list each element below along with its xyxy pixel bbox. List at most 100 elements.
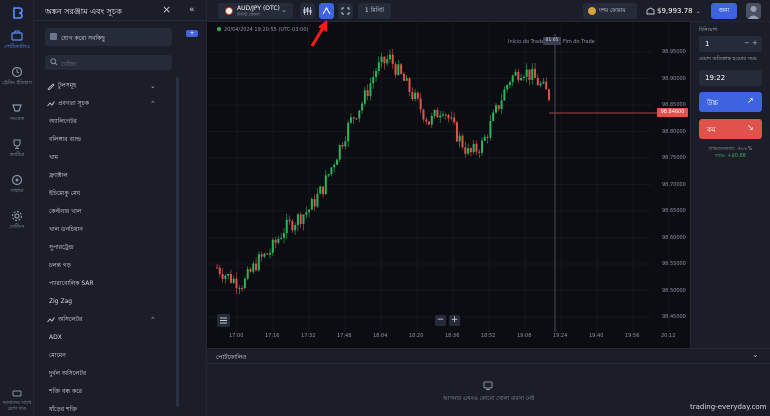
indicators-button[interactable] bbox=[319, 3, 334, 19]
candle-body bbox=[408, 78, 411, 93]
indicator-group[interactable]: অসিলেটর ⌃ bbox=[34, 311, 207, 329]
indicator-item[interactable]: Zig Zag bbox=[34, 293, 207, 311]
y-tick-label: 98.65000 bbox=[662, 208, 686, 214]
collapse-panel-icon[interactable]: « bbox=[189, 5, 199, 15]
indicator-item[interactable]: দুর্বল অসিলেটর bbox=[34, 365, 207, 383]
candlestick-chart[interactable] bbox=[207, 22, 690, 348]
payout-info: লাভজনকতা: +৮৮% লাভ: +$0.88 bbox=[699, 146, 762, 160]
y-tick-label: 98.90000 bbox=[662, 75, 686, 82]
timeframe-selector[interactable]: 1 মিনিট bbox=[358, 3, 391, 19]
candle-body bbox=[308, 209, 311, 213]
candle-body bbox=[319, 186, 322, 194]
up-button[interactable]: উচ্চ ↗ bbox=[699, 92, 762, 112]
indicator-item[interactable]: ইচিমোকু মেঘ bbox=[34, 185, 207, 203]
indicator-label: বলিঙ্গার ব্যান্ড bbox=[49, 136, 82, 143]
left-rail: পোর্টফোলিও ট্রেডিং ইতিহাস সংকেত ক্যাটিয়… bbox=[0, 0, 34, 416]
candle-body bbox=[324, 175, 327, 195]
indicator-label: ইচিমোকু মেঘ bbox=[49, 190, 81, 197]
indicator-label: খাল ডনচিয়ান bbox=[49, 226, 83, 233]
indicator-label: প্যারাবোলিক SAR bbox=[49, 280, 94, 287]
candle-body bbox=[285, 219, 288, 234]
indicator-item[interactable]: সুপারট্রেন্ড bbox=[34, 239, 207, 257]
candle-body bbox=[249, 269, 252, 272]
amount-minus-button[interactable]: − bbox=[744, 39, 750, 47]
down-button[interactable]: কম ↘ bbox=[699, 119, 762, 139]
indicator-item[interactable]: চলন্ত গড় bbox=[34, 257, 207, 275]
amount-field[interactable]: 1 − + bbox=[699, 36, 762, 52]
zoom-in-button[interactable]: + bbox=[449, 315, 460, 326]
candle-body bbox=[260, 254, 263, 257]
candle-body bbox=[436, 109, 439, 118]
chart-type-button[interactable] bbox=[300, 3, 315, 19]
rail-item-history[interactable]: ট্রেডিং ইতিহাস bbox=[0, 66, 34, 88]
indicator-group[interactable]: টুলসমূহ ⌄ bbox=[34, 77, 207, 95]
candle-body bbox=[402, 73, 405, 81]
search-input[interactable] bbox=[45, 55, 172, 70]
indicator-item[interactable]: বলিঙ্গার ব্যান্ড bbox=[34, 131, 207, 149]
chart-settings-button[interactable] bbox=[217, 314, 230, 327]
candle-body bbox=[534, 68, 537, 78]
candle-body bbox=[461, 135, 464, 148]
indicator-item[interactable]: ADX bbox=[34, 329, 207, 347]
zoom-out-button[interactable]: − bbox=[435, 315, 446, 326]
x-tick-label: 17:00 bbox=[229, 333, 244, 339]
rail-label: সাহায্য bbox=[10, 188, 24, 194]
candle-body bbox=[280, 237, 283, 239]
indicator-label: ADX bbox=[49, 334, 62, 341]
candle-body bbox=[235, 278, 238, 289]
indicator-label: মোমেন bbox=[49, 352, 66, 359]
join-us-link[interactable]: আমাদের সাথে যোগ দাও bbox=[0, 390, 34, 412]
y-tick-label: 98.55000 bbox=[662, 261, 686, 267]
demo-account-button[interactable]: দশম ফোরাম bbox=[583, 3, 637, 19]
logo-icon[interactable] bbox=[10, 6, 24, 20]
help-icon bbox=[11, 174, 23, 186]
close-icon[interactable]: × bbox=[162, 4, 172, 15]
indicator-item[interactable]: প্যারাবোলিক SAR bbox=[34, 275, 207, 293]
indicator-group[interactable]: প্রবণতা সূচক ⌃ bbox=[34, 95, 207, 113]
candle-body bbox=[375, 71, 378, 78]
indicator-item[interactable]: অ্যালিগেটর bbox=[34, 113, 207, 131]
deposit-button[interactable]: জমা bbox=[711, 3, 737, 19]
candle-body bbox=[539, 83, 542, 86]
indicator-item[interactable]: ষাঁড়ের শক্তি bbox=[34, 401, 207, 416]
candle-body bbox=[500, 100, 503, 109]
rail-item-settings[interactable]: সেটিংস bbox=[0, 210, 34, 232]
add-badge[interactable]: + bbox=[186, 30, 198, 37]
trade-timer: 01:05 bbox=[543, 37, 561, 45]
candle-body bbox=[232, 278, 235, 283]
candle-body bbox=[266, 253, 269, 255]
indicator-item[interactable]: ফ্র্যাক্টাল bbox=[34, 167, 207, 185]
price-chart[interactable]: 20/04/2024 19:20:55 (UTC-03:00) Início d… bbox=[207, 22, 690, 348]
avatar[interactable] bbox=[746, 3, 761, 19]
candle-body bbox=[246, 269, 249, 279]
indicator-item[interactable]: খাম bbox=[34, 149, 207, 167]
amount-plus-button[interactable]: + bbox=[752, 39, 758, 47]
indicator-item[interactable]: কেল্টনার খাল bbox=[34, 203, 207, 221]
indicator-item[interactable]: শক্তি বন্ধ করে bbox=[34, 383, 207, 401]
chat-icon bbox=[12, 390, 22, 397]
candle-body bbox=[414, 92, 417, 100]
balance-selector[interactable]: $9,993.78 ⌄ bbox=[644, 3, 706, 19]
chevron-icon: ⌃ bbox=[150, 100, 156, 108]
portfolio-section: পোর্টফোলিও ⌄ আপনার এখনও কোনো খোলা ব্যবসা… bbox=[207, 348, 770, 416]
x-tick-label: 18:04 bbox=[373, 333, 388, 339]
trend-icon bbox=[47, 101, 55, 107]
chevron-down-icon[interactable]: ⌄ bbox=[752, 350, 759, 359]
candle-body bbox=[333, 164, 336, 168]
asset-selector[interactable]: AUD/JPY (OTC) দিগিট বেফল ⌄ bbox=[218, 3, 293, 19]
indicator-item[interactable]: খাল ডনচিয়ান bbox=[34, 221, 207, 239]
expiry-time-field[interactable]: 19:22 bbox=[699, 70, 762, 86]
rail-item-tournaments[interactable]: ক্যাটিয়া bbox=[0, 138, 34, 160]
chart-timestamp-text: 20/04/2024 19:20:55 (UTC-03:00) bbox=[224, 27, 309, 33]
candle-body bbox=[383, 56, 386, 64]
rail-item-signals[interactable]: সংকেত bbox=[0, 102, 34, 124]
indicator-item[interactable]: মোমেন bbox=[34, 347, 207, 365]
indicator-label: টুলসমূহ bbox=[58, 82, 77, 89]
candle-body bbox=[492, 112, 495, 121]
rail-item-help[interactable]: সাহায্য bbox=[0, 174, 34, 196]
rail-item-portfolio[interactable]: পোর্টফোলিও bbox=[0, 30, 34, 52]
x-tick-label: 17:32 bbox=[301, 333, 316, 339]
add-all-button[interactable]: যোগ করো সবকিছু bbox=[45, 28, 172, 46]
indicator-label: চলন্ত গড় bbox=[49, 262, 71, 269]
expand-chart-button[interactable] bbox=[338, 3, 353, 19]
